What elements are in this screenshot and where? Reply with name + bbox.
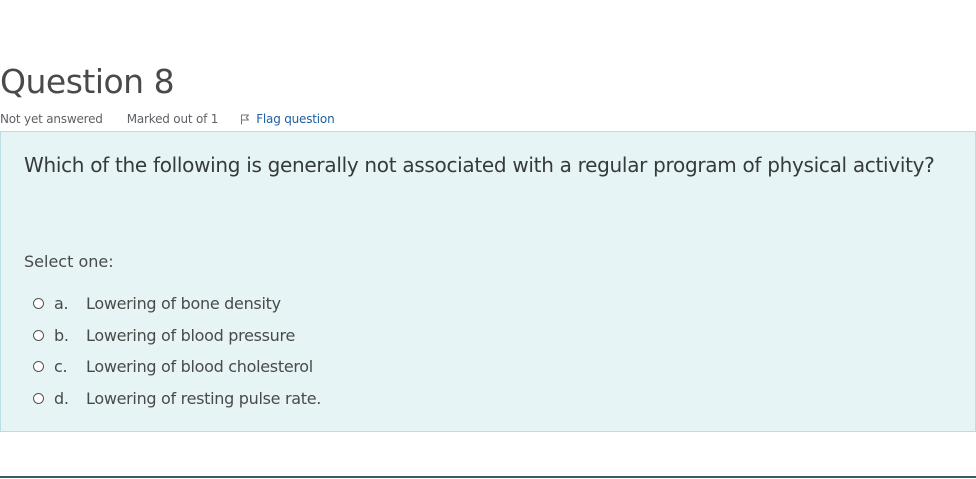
answer-text: Lowering of bone density bbox=[86, 294, 281, 314]
quiz-page: Question 8 Not yet answered Marked out o… bbox=[0, 0, 976, 479]
question-info: Not yet answered Marked out of 1 Flag qu… bbox=[0, 112, 335, 126]
radio-unchecked-icon[interactable] bbox=[33, 329, 44, 341]
question-formulation: Which of the following is generally not … bbox=[0, 131, 976, 432]
radio-unchecked-icon[interactable] bbox=[33, 361, 44, 373]
answer-letter: a. bbox=[54, 294, 69, 314]
answer-letter: b. bbox=[54, 325, 69, 345]
radio-unchecked-icon[interactable] bbox=[33, 392, 44, 404]
question-state: Not yet answered bbox=[0, 112, 103, 126]
question-text: Which of the following is generally not … bbox=[24, 153, 935, 177]
answer-letter: c. bbox=[54, 357, 68, 377]
answer-options: a. Lowering of bone density b. Lowering … bbox=[33, 288, 321, 414]
question-title: Question 8 bbox=[0, 62, 175, 101]
answer-text: Lowering of resting pulse rate. bbox=[86, 388, 322, 408]
answer-option-c[interactable]: c. Lowering of blood cholesterol bbox=[33, 351, 321, 383]
flag-icon bbox=[241, 114, 250, 124]
answer-option-a[interactable]: a. Lowering of bone density bbox=[33, 288, 321, 320]
flag-question-label: Flag question bbox=[256, 112, 335, 126]
question-grade: Marked out of 1 bbox=[126, 112, 219, 126]
answer-prompt: Select one: bbox=[24, 252, 114, 271]
answer-text: Lowering of blood cholesterol bbox=[86, 357, 313, 377]
answer-option-d[interactable]: d. Lowering of resting pulse rate. bbox=[33, 383, 321, 415]
answer-text: Lowering of blood pressure bbox=[86, 325, 295, 345]
divider bbox=[0, 476, 976, 478]
flag-question-link[interactable]: Flag question bbox=[240, 112, 335, 126]
radio-unchecked-icon[interactable] bbox=[33, 298, 44, 310]
answer-letter: d. bbox=[54, 388, 69, 408]
answer-option-b[interactable]: b. Lowering of blood pressure bbox=[33, 320, 321, 352]
